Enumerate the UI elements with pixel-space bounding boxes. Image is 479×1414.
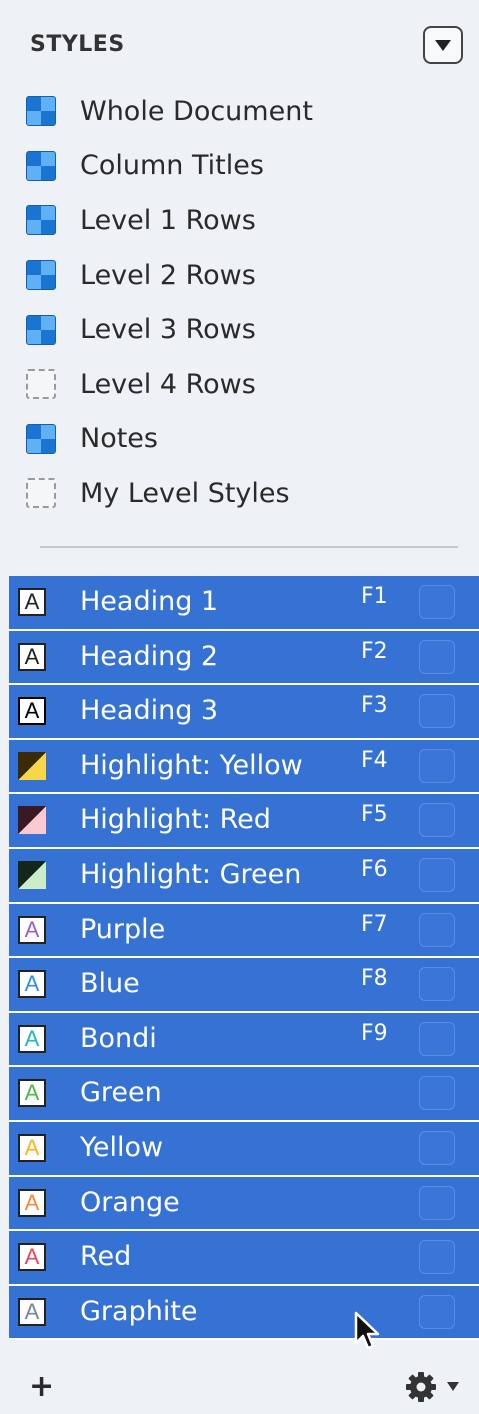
highlight-swatch-icon	[18, 806, 46, 835]
shortcut-key-label: F7	[361, 911, 388, 937]
level-style-item[interactable]: Level 4 Rows	[26, 357, 466, 412]
blue-style-swatch-icon	[26, 423, 56, 454]
shortcut-key-label: F4	[361, 747, 388, 773]
level-style-label: Level 3 Rows	[80, 314, 256, 346]
named-style-row[interactable]: Highlight: Yellow F4	[9, 739, 479, 793]
named-style-row[interactable]: A Purple F7	[9, 903, 479, 957]
blue-style-swatch-icon	[26, 150, 56, 181]
shortcut-key-label: F3	[361, 693, 388, 719]
named-style-label: Red	[80, 1241, 132, 1273]
named-style-row[interactable]: A Bondi F9	[9, 1012, 479, 1066]
blue-style-swatch-icon	[26, 205, 56, 236]
named-style-label: Heading 3	[80, 695, 219, 727]
styles-title: STYLES	[30, 32, 125, 57]
text-style-a-icon: A	[18, 970, 46, 999]
named-style-label: Heading 1	[80, 586, 219, 617]
blue-style-swatch-icon	[26, 260, 56, 291]
level-style-label: Level 2 Rows	[80, 259, 256, 291]
shortcut-key-label: F9	[361, 1020, 388, 1046]
level-style-item[interactable]: Notes	[26, 412, 466, 467]
style-checkbox[interactable]	[419, 1076, 455, 1111]
style-checkbox[interactable]	[419, 1240, 455, 1275]
style-checkbox[interactable]	[419, 857, 455, 892]
shortcut-key-label: F5	[361, 802, 388, 828]
text-style-a-icon: A	[18, 1079, 46, 1108]
named-style-label: Heading 2	[80, 640, 219, 672]
style-checkbox[interactable]	[419, 1294, 455, 1329]
highlight-swatch-icon	[18, 751, 46, 780]
named-style-label: Bondi	[80, 1022, 157, 1054]
level-style-item[interactable]: Column Titles	[26, 139, 466, 194]
named-style-label: Highlight: Yellow	[80, 749, 303, 781]
text-style-a-icon: A	[18, 915, 46, 944]
named-style-row[interactable]: A Blue F8	[9, 958, 479, 1011]
named-style-label: Purple	[80, 913, 166, 945]
named-style-row[interactable]: A Graphite	[9, 1285, 479, 1339]
styles-panel: STYLES Whole Document Column Titles Level …	[0, 0, 479, 1414]
text-style-a-icon: A	[18, 588, 46, 616]
named-style-row[interactable]: A Orange	[9, 1176, 479, 1230]
mouse-pointer-icon	[354, 1311, 380, 1350]
named-style-row[interactable]: A Heading 2 F2	[9, 630, 479, 684]
empty-style-swatch-icon	[26, 369, 56, 400]
style-checkbox[interactable]	[419, 967, 455, 1002]
text-style-a-icon: A	[18, 697, 46, 726]
level-style-label: Level 1 Rows	[80, 204, 256, 236]
styles-header: STYLES	[30, 26, 470, 66]
style-checkbox[interactable]	[419, 1130, 455, 1165]
text-style-a-icon: A	[18, 1133, 46, 1162]
divider	[40, 546, 458, 548]
level-style-item[interactable]: Level 3 Rows	[26, 302, 466, 357]
named-style-label: Green	[80, 1077, 162, 1109]
highlight-swatch-icon	[18, 860, 46, 889]
text-style-a-icon: A	[18, 1188, 46, 1217]
style-checkbox[interactable]	[419, 912, 455, 947]
shortcut-key-label: F2	[361, 638, 388, 664]
text-style-a-icon: A	[18, 642, 46, 671]
gear-icon[interactable]	[405, 1370, 465, 1404]
named-style-row[interactable]: Highlight: Red F5	[9, 794, 479, 847]
text-style-a-icon: A	[18, 1243, 46, 1272]
text-style-a-icon: A	[18, 1297, 46, 1326]
named-style-label: Highlight: Green	[80, 858, 302, 890]
blue-style-swatch-icon	[26, 314, 56, 345]
named-style-label: Graphite	[80, 1295, 198, 1327]
named-style-label: Yellow	[80, 1131, 164, 1163]
level-styles-list: Whole Document Column Titles Level 1 Rows L…	[26, 84, 466, 521]
named-style-label: Blue	[80, 968, 140, 1000]
style-checkbox[interactable]	[419, 639, 455, 674]
style-checkbox[interactable]	[419, 748, 455, 783]
level-style-item[interactable]: My Level Styles	[26, 466, 466, 521]
text-style-a-icon: A	[18, 1024, 46, 1053]
add-style-button[interactable]: +	[29, 1372, 54, 1402]
level-style-label: My Level Styles	[80, 477, 290, 509]
level-style-item[interactable]: Whole Document	[26, 84, 466, 139]
shortcut-key-label: F1	[361, 584, 388, 609]
named-style-row[interactable]: A Heading 3 F3	[9, 685, 479, 738]
level-style-label: Whole Document	[80, 95, 313, 127]
style-checkbox[interactable]	[419, 1021, 455, 1056]
style-checkbox[interactable]	[419, 694, 455, 729]
style-checkbox[interactable]	[419, 803, 455, 838]
level-style-label: Level 4 Rows	[80, 368, 256, 400]
blue-style-swatch-icon	[26, 96, 56, 127]
style-checkbox[interactable]	[419, 1185, 455, 1220]
named-styles-list: A Heading 1 F1 A Heading 2 F2 A Heading 3 F3 High…	[9, 576, 479, 1341]
level-style-item[interactable]: Level 1 Rows	[26, 193, 466, 248]
named-style-label: Orange	[80, 1186, 180, 1218]
named-style-row[interactable]: A Yellow	[9, 1121, 479, 1175]
level-style-item[interactable]: Level 2 Rows	[26, 248, 466, 303]
named-style-label: Highlight: Red	[80, 804, 271, 836]
level-style-label: Notes	[80, 423, 158, 455]
named-style-row[interactable]: Highlight: Green F6	[9, 848, 479, 902]
level-style-label: Column Titles	[80, 150, 264, 182]
empty-style-swatch-icon	[26, 478, 56, 509]
dropdown-triangle-icon[interactable]	[423, 26, 463, 64]
shortcut-key-label: F8	[361, 966, 388, 992]
named-style-row[interactable]: A Heading 1 F1	[9, 576, 479, 629]
named-style-row[interactable]: A Red	[9, 1231, 479, 1284]
shortcut-key-label: F6	[361, 856, 388, 882]
named-style-row[interactable]: A Green	[9, 1067, 479, 1120]
style-checkbox[interactable]	[419, 585, 455, 619]
